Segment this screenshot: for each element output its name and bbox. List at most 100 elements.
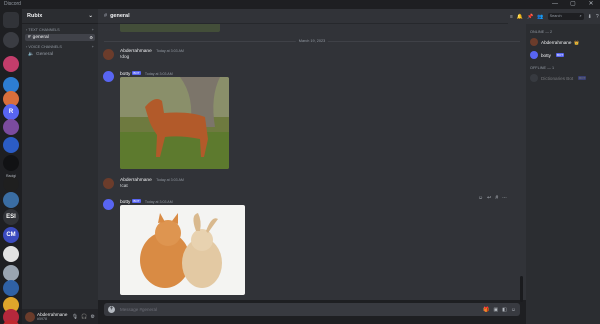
avatar[interactable]: [103, 49, 114, 60]
category-label: › Text Channels: [26, 28, 60, 32]
server-icon[interactable]: ESI: [3, 209, 19, 225]
avatar[interactable]: [103, 178, 114, 189]
header-toolbar: ≡ 🔔 📌 👥 Search ⌕ ⬇ ?: [508, 9, 600, 24]
discord-app: Discord — ▢ ✕ R ESI CM Raoigi Rubix ⌄ › Tex…: [0, 0, 600, 324]
emoji-icon[interactable]: ☺: [511, 307, 516, 313]
members-icon[interactable]: 👥: [537, 14, 543, 20]
add-attachment-icon[interactable]: +: [108, 306, 115, 313]
date-divider: March 19, 2023: [104, 38, 520, 43]
cat-image[interactable]: [120, 205, 245, 295]
server-icon[interactable]: [3, 119, 19, 135]
channel-general[interactable]: # general ⚙: [25, 34, 95, 41]
add-channel-icon[interactable]: +: [92, 28, 94, 32]
member-list: Online — 2 Abderrahmane 👑 botty BOT Offl…: [526, 24, 600, 324]
close-button[interactable]: ✕: [582, 0, 600, 9]
message[interactable]: botty BOT Today at 3:03 AM: [103, 71, 503, 171]
more-icon[interactable]: ⋯: [502, 195, 507, 201]
avatar: [530, 74, 538, 82]
add-reaction-icon[interactable]: ☺: [478, 195, 483, 201]
channel-header: # general: [98, 9, 528, 24]
scrollbar[interactable]: [520, 276, 523, 302]
message-input[interactable]: + Message #general 🎁 ▣ ◧ ☺: [104, 303, 520, 316]
server-icon[interactable]: CM: [3, 227, 19, 243]
server-icon[interactable]: [3, 176, 19, 192]
online-group-label: Online — 2: [530, 30, 553, 34]
message[interactable]: botty BOT Today at 3:03 AM: [103, 199, 503, 299]
message[interactable]: Abderrahmane Today at 3:03 AM !cat: [103, 178, 503, 192]
minimize-button[interactable]: —: [546, 0, 564, 9]
member-item[interactable]: botty BOT: [530, 50, 600, 60]
guild-header[interactable]: Rubix ⌄: [22, 9, 98, 24]
user-info[interactable]: Abderrahmane #5978: [37, 312, 67, 321]
member-name: Abderrahmane: [541, 39, 572, 45]
settings-icon[interactable]: ⚙: [89, 35, 93, 40]
author-name[interactable]: Abderrahmane: [120, 178, 152, 183]
server-icon[interactable]: [3, 280, 19, 296]
avatar: [530, 51, 538, 59]
avatar[interactable]: [103, 199, 114, 210]
category-label: › Voice Channels: [26, 45, 62, 49]
timestamp: Today at 3:03 AM: [144, 200, 173, 204]
bot-badge: BOT: [132, 199, 141, 203]
channel-label: General: [35, 52, 54, 57]
server-icon[interactable]: [3, 137, 19, 153]
inbox-icon[interactable]: ⬇: [588, 14, 592, 20]
server-folder-label: Raoigi: [6, 174, 16, 178]
message[interactable]: Abderrahmane Today at 3:03 AM !dog: [103, 49, 503, 63]
composer-tools: 🎁 ▣ ◧ ☺: [483, 307, 516, 313]
server-icon[interactable]: R: [3, 104, 19, 120]
threads-icon[interactable]: ≡: [510, 14, 513, 20]
channel-voice-general[interactable]: 🔈 General: [25, 51, 95, 58]
member-name: Dictionaries Bot: [541, 75, 574, 81]
member-name: botty: [541, 52, 551, 58]
bot-badge: BOT: [555, 53, 565, 57]
help-icon[interactable]: ?: [596, 14, 599, 20]
bot-badge: BOT: [578, 76, 587, 80]
previous-image-fragment: [120, 24, 220, 32]
server-icon[interactable]: [3, 32, 19, 48]
thread-icon[interactable]: #: [495, 195, 498, 201]
cat-rabbit-photo: [120, 205, 245, 295]
reply-icon[interactable]: ↩: [487, 195, 491, 201]
server-icon[interactable]: [3, 192, 19, 208]
gif-icon[interactable]: ▣: [493, 307, 498, 313]
avatar[interactable]: [25, 311, 35, 322]
user-tag: #5978: [37, 317, 47, 321]
timestamp: Today at 3:03 AM: [156, 49, 184, 53]
maximize-button[interactable]: ▢: [564, 0, 582, 9]
pin-icon[interactable]: 📌: [527, 14, 533, 20]
category-text-channels[interactable]: › Text Channels +: [22, 28, 98, 32]
avatar[interactable]: [103, 71, 114, 82]
window-controls: — ▢ ✕: [546, 0, 600, 9]
server-icon[interactable]: [3, 246, 19, 262]
speaker-icon: 🔈: [28, 52, 34, 57]
server-icon[interactable]: [3, 56, 19, 72]
server-icon[interactable]: [3, 12, 19, 28]
chat-messages: March 19, 2023 Abderrahmane Today at 3:0…: [98, 24, 526, 300]
dog-image[interactable]: [120, 77, 229, 169]
timestamp: Today at 3:03 AM: [156, 178, 184, 182]
offline-group-label: Offline — 1: [530, 66, 555, 70]
hash-icon: #: [104, 13, 108, 19]
search-icon: ⌕: [579, 14, 582, 18]
message-text: !cat: [120, 184, 128, 189]
server-icon[interactable]: [3, 265, 19, 281]
author-name[interactable]: Abderrahmane: [120, 49, 152, 54]
server-icon[interactable]: [3, 155, 19, 171]
bell-icon[interactable]: 🔔: [517, 14, 523, 20]
search-input[interactable]: Search ⌕: [547, 13, 584, 20]
message-header: Abderrahmane Today at 3:03 AM: [120, 49, 184, 54]
member-item[interactable]: Abderrahmane 👑: [530, 37, 600, 47]
gift-icon[interactable]: 🎁: [483, 307, 489, 313]
member-item[interactable]: Dictionaries Bot BOT: [530, 73, 600, 83]
timestamp: Today at 3:03 AM: [144, 72, 173, 76]
microphone-icon[interactable]: 🎙: [72, 314, 78, 320]
chevron-down-icon: ⌄: [88, 13, 93, 19]
category-voice-channels[interactable]: › Voice Channels +: [22, 45, 98, 49]
bot-badge: BOT: [132, 71, 141, 75]
headphones-icon[interactable]: 🎧: [81, 314, 87, 320]
sticker-icon[interactable]: ◧: [502, 307, 507, 313]
message-placeholder: Message #general: [120, 307, 158, 312]
add-channel-icon[interactable]: +: [92, 45, 94, 49]
gear-icon[interactable]: ⚙: [91, 314, 95, 320]
